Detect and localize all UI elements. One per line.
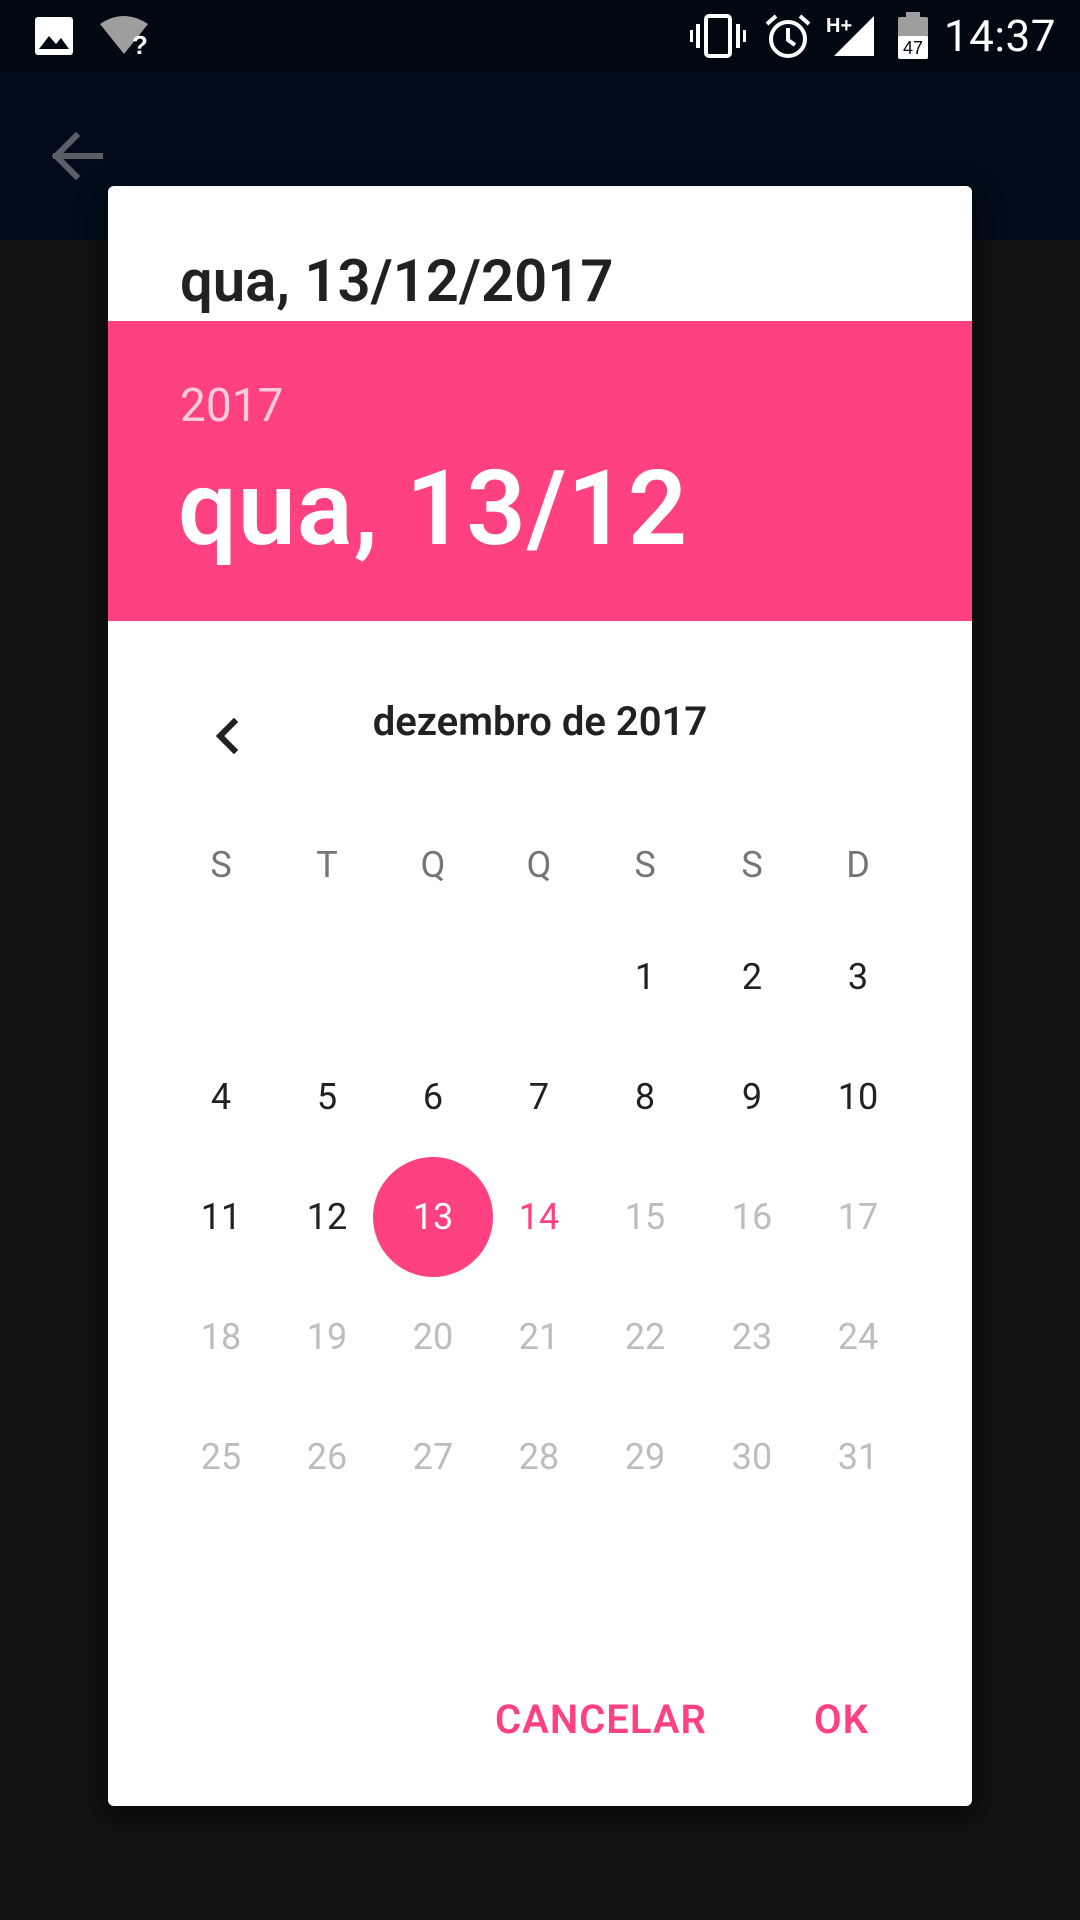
svg-text:?: ? [132, 30, 148, 58]
calendar-day: 27 [412, 1436, 454, 1478]
calendar-day: 30 [731, 1436, 773, 1478]
month-label: dezembro de 2017 [372, 698, 708, 745]
header-date[interactable]: qua, 13/12 [178, 449, 688, 570]
calendar-day[interactable]: 8 [605, 1057, 685, 1137]
calendar-day[interactable]: 7 [499, 1057, 579, 1137]
calendar-day: 19 [306, 1316, 348, 1358]
svg-text:H+: H+ [826, 15, 852, 37]
calendar-day[interactable]: 4 [181, 1057, 261, 1137]
weekday-label: S [634, 844, 656, 886]
calendar-day: 16 [731, 1196, 773, 1238]
calendar-day[interactable]: 9 [712, 1057, 792, 1137]
calendar-day: 21 [518, 1316, 560, 1358]
gallery-icon [34, 16, 74, 60]
svg-text:47: 47 [903, 38, 923, 58]
calendar-day: 17 [837, 1196, 879, 1238]
weekday-label: D [846, 844, 870, 886]
date-picker-dialog: qua, 13/12/2017 2017 qua, 13/12 dezembro… [108, 186, 972, 1806]
weekday-label: T [316, 844, 338, 886]
status-bar: ? H+ 47 14:37 [0, 0, 1080, 72]
calendar-day[interactable]: 13 [393, 1177, 473, 1257]
date-header: 2017 qua, 13/12 [108, 321, 972, 621]
calendar-day: 24 [837, 1316, 879, 1358]
wifi-unknown-icon: ? [98, 14, 154, 62]
calendar-day: 15 [624, 1196, 666, 1238]
ok-button[interactable]: OK [814, 1696, 869, 1743]
weekday-label: Q [526, 844, 552, 886]
calendar-day: 31 [837, 1436, 879, 1478]
calendar-day: 20 [412, 1316, 454, 1358]
vibrate-icon [690, 14, 746, 62]
weekday-label: S [210, 844, 232, 886]
calendar-day[interactable]: 10 [818, 1057, 898, 1137]
calendar-day[interactable]: 1 [605, 937, 685, 1017]
calendar-day[interactable]: 11 [181, 1177, 261, 1257]
calendar-day: 18 [200, 1316, 242, 1358]
calendar-day: 26 [306, 1436, 348, 1478]
calendar-day[interactable]: 14 [499, 1177, 579, 1257]
calendar-day[interactable]: 6 [393, 1057, 473, 1137]
dialog-title: qua, 13/12/2017 [180, 248, 614, 316]
status-time: 14:37 [943, 10, 1056, 62]
calendar-day[interactable]: 3 [818, 937, 898, 1017]
calendar-day: 23 [731, 1316, 773, 1358]
calendar-day: 28 [518, 1436, 560, 1478]
calendar-day: 25 [200, 1436, 242, 1478]
calendar-day: 22 [624, 1316, 666, 1358]
arrow-back-icon[interactable] [40, 120, 120, 192]
calendar-day[interactable]: 12 [287, 1177, 367, 1257]
weekday-label: S [741, 844, 763, 886]
weekday-label: Q [420, 844, 446, 886]
calendar-day: 29 [624, 1436, 666, 1478]
calendar-day[interactable]: 5 [287, 1057, 367, 1137]
cancel-button[interactable]: CANCELAR [495, 1696, 707, 1743]
alarm-icon [764, 14, 812, 64]
battery-icon: 47 [896, 12, 930, 64]
calendar-day[interactable]: 2 [712, 937, 792, 1017]
signal-icon: H+ [826, 12, 876, 62]
header-year[interactable]: 2017 [180, 379, 283, 433]
